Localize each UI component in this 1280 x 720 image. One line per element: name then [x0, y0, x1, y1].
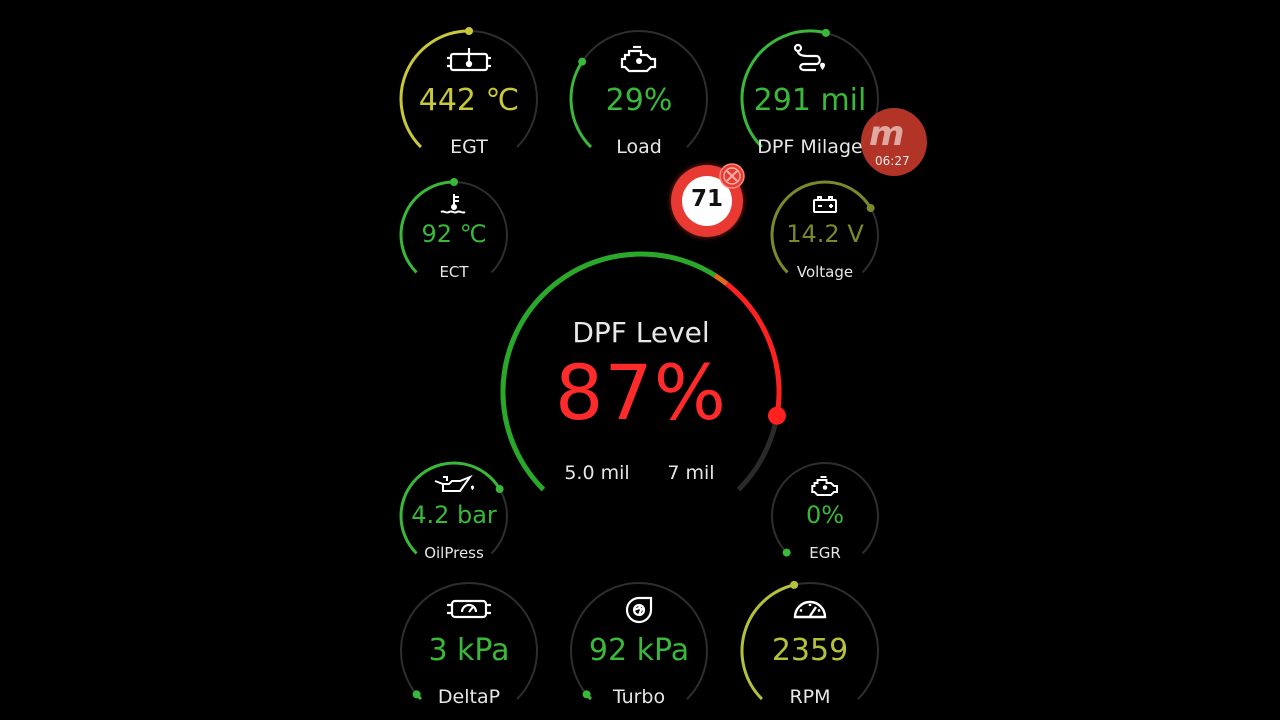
gauge-pointer-dot — [578, 57, 587, 66]
gauge-oilpress[interactable]: 4.2 bar OilPress — [399, 461, 509, 562]
gauge-deltap[interactable]: 3 kPa DeltaP — [399, 581, 539, 711]
load-label: Load — [616, 136, 662, 158]
load-value: 29% — [605, 83, 673, 118]
overlay-time: 06:27 — [875, 154, 910, 168]
dpf-max-label: 7 mil — [667, 462, 715, 484]
speedometer-icon — [792, 597, 828, 625]
dpf-level-title: DPF Level — [572, 316, 710, 349]
deltap-value: 3 kPa — [428, 633, 510, 668]
battery-icon — [812, 196, 838, 218]
egt-label: EGT — [450, 136, 488, 158]
gauge-pointer-dot — [465, 27, 473, 35]
gauge-egt[interactable]: 442 ℃ EGT — [399, 27, 539, 159]
floating-overlay-button[interactable]: m 06:27 — [861, 108, 927, 176]
overlay-logo-letter: m — [869, 114, 905, 154]
egr-value: 0% — [805, 501, 845, 529]
ect-value: 92 ℃ — [421, 220, 487, 248]
gauge-egr[interactable]: 0% EGR — [770, 461, 880, 562]
gauge-voltage[interactable]: 14.2 V Voltage — [770, 180, 880, 281]
gauge-ect[interactable]: 92 ℃ ECT — [399, 178, 509, 281]
oil-can-icon — [433, 474, 475, 501]
rpm-value: 2359 — [771, 633, 849, 668]
gauge-pointer-dot — [790, 580, 799, 589]
dpf-level-value: 87% — [555, 348, 727, 437]
route-icon — [792, 43, 828, 79]
rpm-label: RPM — [789, 686, 831, 708]
gauge-rpm[interactable]: 2359 RPM — [740, 580, 880, 711]
turbo-value: 92 kPa — [588, 633, 690, 668]
close-icon[interactable] — [718, 162, 746, 190]
exhaust-temperature-icon — [446, 45, 492, 79]
dpf-milage-value: 291 mil — [753, 83, 867, 118]
turbo-icon — [624, 595, 654, 629]
gauge-pointer-dot — [821, 28, 830, 37]
gauge-turbo[interactable]: 92 kPa Turbo — [569, 581, 709, 711]
gauge-load[interactable]: 29% Load — [569, 29, 709, 159]
oilpress-label: OilPress — [424, 544, 484, 562]
oilpress-value: 4.2 bar — [411, 501, 497, 529]
pressure-gauge-icon — [446, 597, 492, 625]
dpf-min-label: 5.0 mil — [564, 462, 630, 484]
engine-icon — [619, 45, 659, 77]
dpf-level-gauge[interactable]: DPF Level 87% 5.0 mil 7 mil — [497, 248, 786, 498]
egr-label: EGR — [809, 544, 841, 562]
gauge-dpf-milage[interactable]: 291 mil DPF Milage — [740, 28, 880, 159]
deltap-label: DeltaP — [437, 686, 501, 708]
coolant-temperature-icon — [439, 192, 469, 220]
turbo-label: Turbo — [612, 686, 666, 708]
dpf-fill-warn — [713, 273, 729, 286]
gauge-pointer-dot — [450, 178, 458, 186]
gauge-pointer-dot — [866, 204, 875, 213]
egt-value: 442 ℃ — [418, 83, 520, 118]
voltage-value: 14.2 V — [786, 220, 864, 248]
engine-icon — [810, 475, 840, 501]
